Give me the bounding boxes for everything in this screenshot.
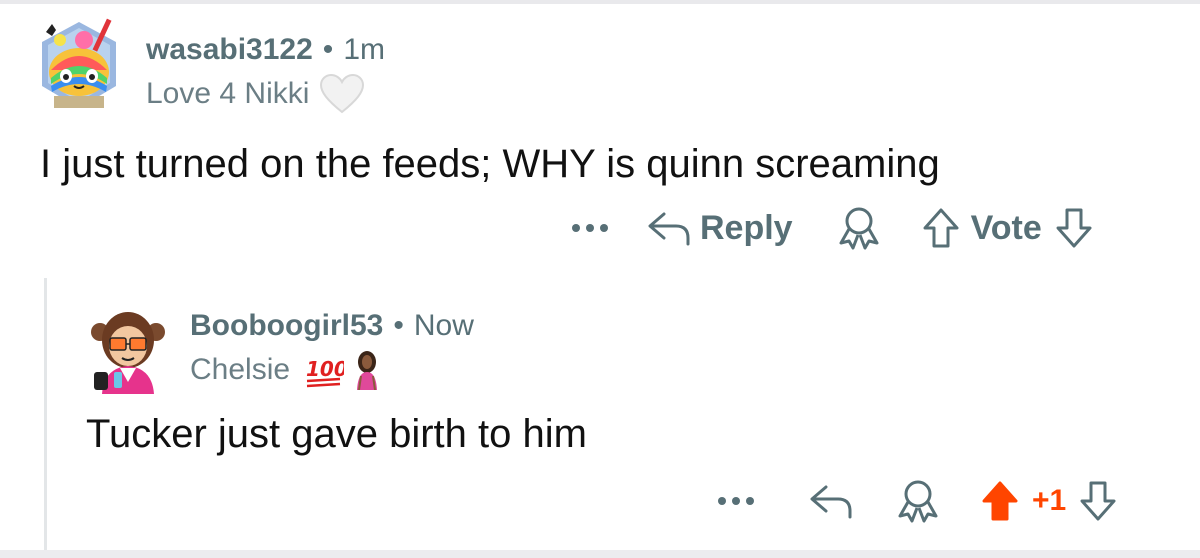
award-icon	[839, 207, 879, 250]
comment-actions: +1	[716, 476, 1118, 526]
reply-arrow-icon	[810, 485, 852, 519]
more-dots-icon	[572, 224, 608, 232]
bottom-divider	[0, 550, 1200, 558]
award-button[interactable]	[837, 205, 881, 251]
more-dots-icon	[718, 497, 754, 505]
flair-hundred-icon: 100	[304, 352, 344, 388]
username[interactable]: Booboogirl53	[190, 309, 383, 343]
flair-person-icon	[354, 350, 380, 390]
upvote-button[interactable]	[921, 206, 961, 250]
comment-actions: Reply Vote	[570, 203, 1094, 253]
comment-meta: Booboogirl53 • Now Chelsie 100	[190, 308, 474, 392]
upvote-icon	[982, 481, 1018, 521]
upvote-button[interactable]	[980, 479, 1020, 523]
vote-label: Vote	[970, 208, 1042, 247]
user-flair: Chelsie	[190, 353, 291, 386]
upvote-icon	[923, 208, 959, 248]
downvote-icon	[1080, 481, 1116, 521]
username[interactable]: wasabi3122	[146, 33, 313, 67]
downvote-button[interactable]	[1054, 206, 1094, 250]
more-options-button[interactable]	[716, 495, 756, 507]
svg-text:100: 100	[306, 357, 344, 381]
timestamp: 1m	[343, 33, 385, 66]
award-icon	[898, 480, 938, 523]
comment-wasabi3122: wasabi3122 • 1m Love 4 Nikki I just turn…	[0, 0, 1200, 270]
comment-body: I just turned on the feeds; WHY is quinn…	[40, 142, 940, 186]
meta-separator: •	[393, 309, 404, 342]
comment-body: Tucker just gave birth to him	[86, 412, 587, 456]
meta-separator: •	[322, 33, 334, 66]
reply-label: Reply	[700, 208, 793, 247]
vote-score: +1	[1032, 484, 1067, 517]
reply-button[interactable]	[808, 481, 854, 521]
timestamp: Now	[413, 309, 474, 342]
downvote-button[interactable]	[1078, 479, 1118, 523]
comment-meta: wasabi3122 • 1m Love 4 Nikki	[146, 32, 385, 116]
award-button[interactable]	[896, 478, 940, 524]
avatar[interactable]	[90, 306, 166, 396]
avatar[interactable]	[36, 14, 122, 114]
user-flair: Love 4 Nikki	[146, 77, 310, 110]
reply-arrow-icon	[648, 212, 690, 246]
more-options-button[interactable]	[570, 222, 610, 234]
reply-button[interactable]: Reply	[646, 208, 793, 248]
downvote-icon	[1056, 208, 1092, 248]
comment-booboogirl53: Booboogirl53 • Now Chelsie 100 Tucker ju…	[0, 278, 1200, 550]
flair-heart-icon	[319, 74, 365, 114]
